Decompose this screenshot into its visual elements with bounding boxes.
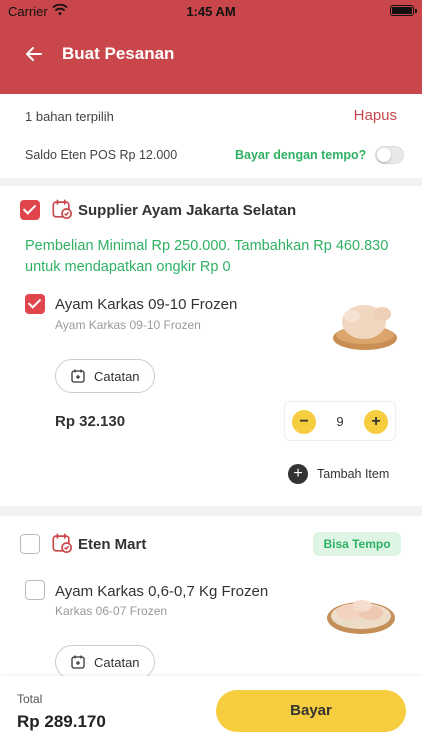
min-purchase-note: Pembelian Minimal Rp 250.000. Tambahkan …: [25, 238, 389, 275]
calendar-note-icon: [71, 369, 85, 383]
selected-count: 1 bahan terpilih: [25, 109, 114, 124]
item-checkbox[interactable]: [25, 294, 45, 314]
item-price: Rp 32.130: [55, 413, 126, 430]
supplier-checkbox[interactable]: [20, 200, 40, 220]
total-value: Rp 289.170: [17, 712, 106, 731]
tempo-badge: Bisa Tempo: [313, 532, 401, 556]
order-summary: 1 bahan terpilih Hapus Saldo Eten POS Rp…: [0, 94, 422, 178]
back-arrow-icon[interactable]: [22, 42, 46, 66]
product-chicken-image: [327, 600, 395, 634]
checkout-bar: Total Rp 289.170 Bayar: [0, 676, 422, 750]
status-bar: Carrier 1:45 AM: [0, 0, 422, 24]
quantity-stepper: − 9 +: [284, 401, 396, 441]
product-chicken-image: [333, 305, 397, 350]
note-label: Catatan: [94, 369, 140, 384]
total-label: Total: [17, 692, 43, 706]
item-subtitle: Ayam Karkas 09-10 Frozen: [55, 318, 201, 332]
page-title: Buat Pesanan: [62, 44, 175, 63]
item-subtitle: Karkas 06-07 Frozen: [55, 604, 168, 618]
status-time: 1:45 AM: [186, 4, 236, 19]
tempo-toggle[interactable]: [375, 146, 404, 164]
calendar-note-icon: [71, 655, 85, 669]
pay-button[interactable]: Bayar: [216, 690, 406, 732]
battery-icon: [390, 5, 417, 16]
increase-quantity-button[interactable]: +: [364, 410, 388, 434]
tempo-label: Bayar dengan tempo?: [235, 148, 367, 162]
plus-icon: +: [288, 464, 308, 484]
supplier-checkbox[interactable]: [20, 534, 40, 554]
supplier-name: Eten Mart: [78, 536, 147, 553]
supplier-calendar-icon: [52, 533, 72, 553]
supplier-card: Eten Mart Bisa Tempo Ayam Karkas 0,6-0,7…: [0, 516, 422, 676]
app-header: Carrier 1:45 AM Buat Pesanan: [0, 0, 422, 94]
supplier-card: Supplier Ayam Jakarta Selatan Pembelian …: [0, 186, 422, 506]
delete-button[interactable]: Hapus: [354, 107, 397, 124]
balance-text: Saldo Eten POS Rp 12.000: [25, 148, 178, 162]
note-button[interactable]: Catatan: [55, 359, 155, 393]
add-item-label: Tambah Item: [317, 467, 390, 481]
note-label: Catatan: [94, 655, 140, 670]
supplier-name: Supplier Ayam Jakarta Selatan: [78, 202, 297, 219]
item-name: Ayam Karkas 09-10 Frozen: [55, 296, 238, 313]
supplier-calendar-icon: [52, 199, 72, 219]
note-button[interactable]: Catatan: [55, 645, 155, 676]
item-checkbox[interactable]: [25, 580, 45, 600]
item-name: Ayam Karkas 0,6-0,7 Kg Frozen: [55, 583, 269, 600]
